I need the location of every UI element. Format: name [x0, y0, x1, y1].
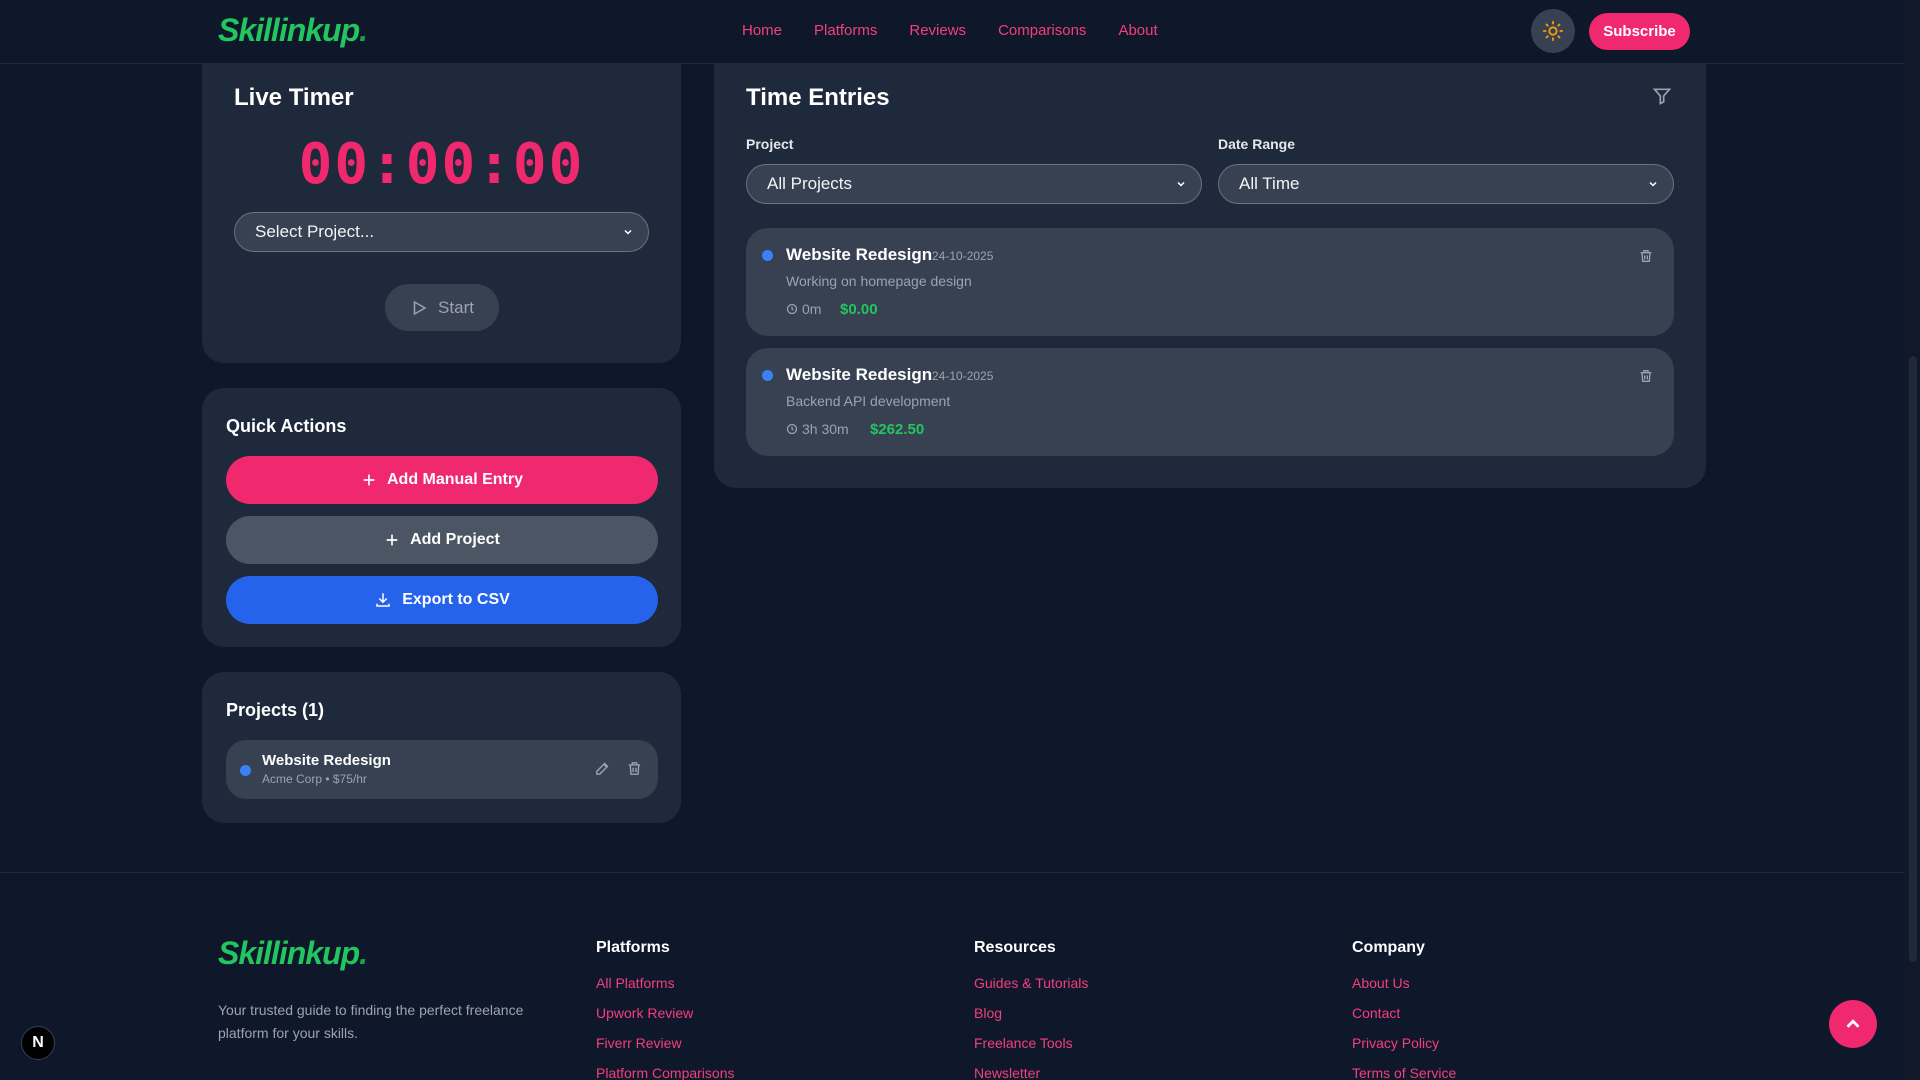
filter-date-label: Date Range	[1218, 136, 1296, 152]
nav-about[interactable]: About	[1118, 22, 1157, 39]
entry-description: Backend API development	[786, 393, 951, 409]
site-header: Skillinkup. Home Platforms Reviews Compa…	[0, 0, 1905, 64]
entry-date: 24-10-2025	[932, 369, 994, 383]
footer-column-platforms: Platforms All Platforms Upwork Review Fi…	[596, 939, 735, 1080]
project-name: Website Redesign	[262, 752, 391, 769]
filter-project-label: Project	[746, 136, 794, 152]
footer-link[interactable]: About Us	[1352, 975, 1456, 991]
entry-duration-value: 0m	[802, 301, 822, 317]
footer-column-title: Company	[1352, 939, 1425, 956]
add-project-button[interactable]: Add Project	[226, 516, 658, 564]
project-meta: Acme Corp • $75/hr	[262, 772, 367, 786]
add-project-label: Add Project	[410, 531, 500, 548]
play-icon	[413, 300, 427, 315]
nav-reviews[interactable]: Reviews	[909, 22, 966, 39]
footer-column-title: Platforms	[596, 939, 670, 956]
clock-icon	[786, 303, 798, 315]
chevron-down-icon	[1177, 181, 1185, 187]
nav-platforms[interactable]: Platforms	[814, 22, 877, 39]
entry-title: Website Redesign	[786, 365, 933, 384]
footer-column-resources: Resources Guides & Tutorials Blog Freela…	[974, 939, 1088, 1080]
projects-title: Projects (1)	[226, 700, 325, 720]
plus-icon	[363, 474, 375, 486]
entry-duration-value: 3h 30m	[802, 421, 849, 437]
trash-icon[interactable]	[1638, 248, 1654, 264]
quick-actions-card: Quick Actions Add Manual Entry Add Proje…	[202, 388, 681, 647]
footer-link[interactable]: Newsletter	[974, 1065, 1088, 1080]
export-csv-label: Export to CSV	[402, 591, 510, 608]
chevron-down-icon	[624, 229, 632, 235]
nav-home[interactable]: Home	[742, 22, 782, 39]
entry-date: 24-10-2025	[932, 249, 994, 263]
entry-duration: 3h 30m	[786, 421, 849, 437]
entry-color-dot	[762, 250, 773, 261]
chevron-up-icon	[1846, 1019, 1860, 1028]
timer-project-select-value: Select Project...	[255, 222, 375, 241]
footer-tagline: Your trusted guide to finding the perfec…	[218, 1002, 524, 1041]
footer-link[interactable]: Terms of Service	[1352, 1065, 1456, 1080]
entry-duration: 0m	[786, 301, 821, 317]
dev-badge[interactable]: N	[21, 1026, 55, 1060]
projects-card: Projects (1) Website Redesign Acme Corp …	[202, 672, 681, 823]
live-timer-card: Live Timer 00:00:00 Select Project... St…	[202, 40, 681, 363]
footer-link[interactable]: Freelance Tools	[974, 1035, 1088, 1051]
start-timer-button[interactable]: Start	[385, 284, 499, 331]
download-icon	[376, 593, 390, 607]
site-footer: Skillinkup. Your trusted guide to findin…	[0, 872, 1905, 1080]
plus-icon	[386, 534, 398, 546]
entry-amount: $262.50	[870, 421, 925, 438]
site-logo[interactable]: Skillinkup.	[218, 12, 368, 49]
filter-project-select[interactable]: All Projects	[746, 164, 1202, 204]
time-entry: Website Redesign 24-10-2025 Backend API …	[746, 348, 1674, 456]
scroll-thumb[interactable]	[1909, 356, 1917, 962]
timer-title: Live Timer	[234, 84, 354, 111]
time-entries-card: Time Entries Project Date Range All Proj…	[714, 40, 1706, 488]
add-manual-entry-button[interactable]: Add Manual Entry	[226, 456, 658, 504]
footer-column-company: Company About Us Contact Privacy Policy …	[1352, 939, 1456, 1080]
project-item[interactable]: Website Redesign Acme Corp • $75/hr	[226, 740, 658, 799]
edit-icon[interactable]	[594, 760, 611, 777]
add-manual-entry-label: Add Manual Entry	[386, 471, 523, 488]
footer-link[interactable]: Privacy Policy	[1352, 1035, 1456, 1051]
entry-amount: $0.00	[840, 301, 878, 318]
filter-project-value: All Projects	[767, 174, 853, 193]
filter-date-select[interactable]: All Time	[1218, 164, 1674, 204]
sun-icon	[1542, 20, 1564, 42]
filter-icon[interactable]	[1652, 86, 1672, 106]
footer-link[interactable]: Fiverr Review	[596, 1035, 735, 1051]
footer-logo[interactable]: Skillinkup.	[218, 935, 368, 972]
footer-link[interactable]: All Platforms	[596, 975, 735, 991]
footer-link[interactable]: Platform Comparisons	[596, 1065, 735, 1080]
quick-actions-title: Quick Actions	[226, 416, 347, 436]
footer-link[interactable]: Contact	[1352, 1005, 1456, 1021]
clock-icon	[786, 423, 798, 435]
entry-color-dot	[762, 370, 773, 381]
export-csv-button[interactable]: Export to CSV	[226, 576, 658, 624]
subscribe-button[interactable]: Subscribe	[1589, 13, 1690, 50]
footer-link[interactable]: Blog	[974, 1005, 1088, 1021]
timer-project-select[interactable]: Select Project...	[234, 212, 649, 252]
timer-display: 00:00:00	[298, 132, 585, 197]
time-entries-title: Time Entries	[746, 84, 890, 111]
footer-link[interactable]: Upwork Review	[596, 1005, 735, 1021]
scroll-to-top-button[interactable]	[1829, 1000, 1877, 1048]
theme-toggle-button[interactable]	[1531, 9, 1575, 53]
entry-title: Website Redesign	[786, 245, 933, 264]
page-scrollbar[interactable]	[1905, 0, 1920, 1080]
filter-date-value: All Time	[1239, 174, 1300, 193]
chevron-down-icon	[1649, 181, 1657, 187]
main-nav: Home Platforms Reviews Comparisons About	[742, 22, 1158, 39]
entry-description: Working on homepage design	[786, 273, 972, 289]
project-color-dot	[240, 765, 251, 776]
footer-link[interactable]: Guides & Tutorials	[974, 975, 1088, 991]
trash-icon[interactable]	[626, 760, 643, 777]
nav-comparisons[interactable]: Comparisons	[998, 22, 1086, 39]
footer-column-title: Resources	[974, 939, 1056, 956]
trash-icon[interactable]	[1638, 368, 1654, 384]
start-label: Start	[438, 297, 474, 317]
time-entry: Website Redesign 24-10-2025 Working on h…	[746, 228, 1674, 336]
